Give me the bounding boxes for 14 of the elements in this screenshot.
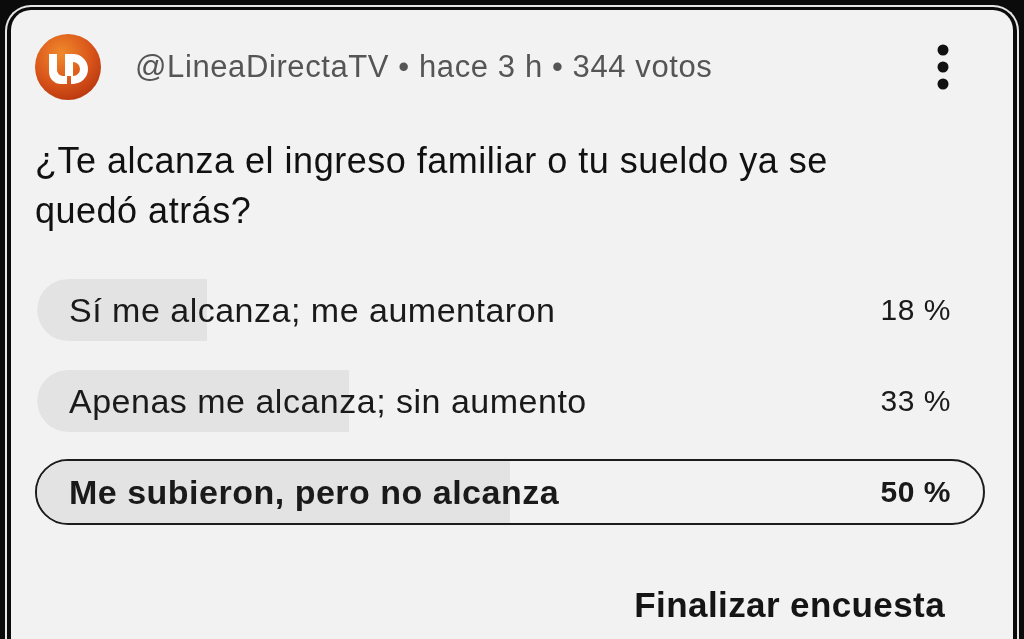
option-label: Me subieron, pero no alcanza [69, 472, 560, 512]
option-percent: 50 % [880, 475, 951, 509]
logo-icon [35, 34, 101, 100]
poll-question: ¿Te alcanza el ingreso familiar o tu sueldo ya se quedó atrás? [35, 139, 829, 233]
post-meta: @LineaDirectaTV • hace 3 h • 344 votos [135, 49, 714, 85]
option-percent: 18 % [880, 293, 951, 327]
poll-option[interactable]: Sí me alcanza; me aumentaron 18 % [35, 277, 985, 343]
poll-option[interactable]: Me subieron, pero no alcanza 50 % [35, 459, 985, 525]
more-options-icon [937, 44, 949, 90]
end-poll-button[interactable]: Finalizar encuesta [634, 581, 945, 629]
option-percent: 33 % [880, 384, 951, 418]
poll-option[interactable]: Apenas me alcanza; sin aumento 33 % [35, 368, 985, 434]
option-label: Sí me alcanza; me aumentaron [69, 290, 556, 330]
option-label: Apenas me alcanza; sin aumento [69, 381, 587, 421]
